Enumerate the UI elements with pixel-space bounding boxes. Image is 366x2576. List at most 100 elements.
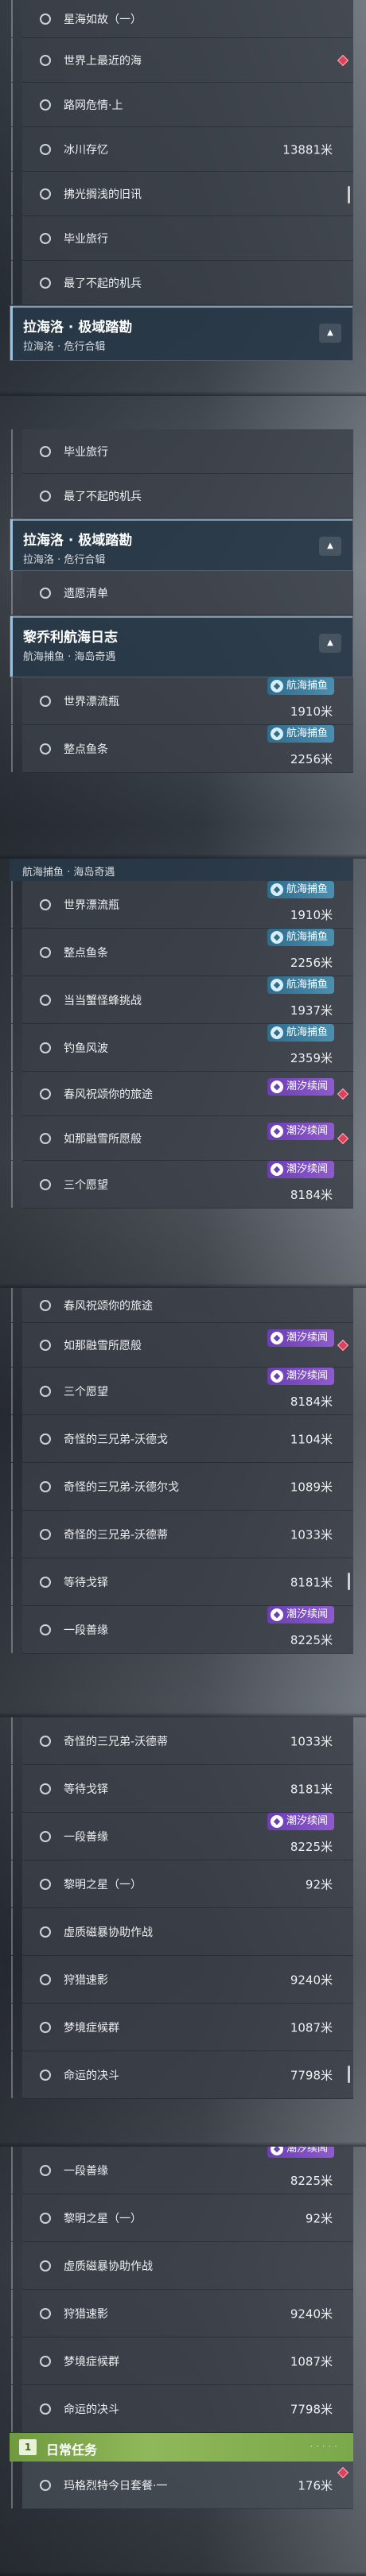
pin-icon (337, 1132, 349, 1144)
group-header[interactable]: 拉海洛 · 极域踏勘 拉海洛 · 危行合辑 ▲ (10, 518, 353, 571)
list-item[interactable]: 世界上最近的海 (11, 38, 353, 83)
list-item[interactable]: 遗愿清单 (11, 571, 353, 615)
section-number: 1 (19, 2439, 37, 2455)
status-circle-icon (40, 1385, 51, 1397)
group-header[interactable]: 拉海洛 · 极域踏勘 拉海洛 · 危行合辑 ▲ (10, 305, 353, 361)
list-segment: 毕业旅行 最了不起的机兵 拉海洛 · 极域踏勘 拉海洛 · 危行合辑 ▲ 遗愿清单 … (0, 429, 366, 859)
fishing-badge: ◆ 航海捕鱼 (267, 725, 334, 743)
list-item[interactable]: 等待戈铎 8181米 (11, 1558, 353, 1606)
fishing-badge: ◆ 航海捕鱼 (267, 881, 334, 898)
fishing-badge: ◆ 航海捕鱼 (267, 976, 334, 994)
list-item[interactable]: 虚质磁暴协助作战 (11, 2242, 353, 2290)
list-item[interactable]: 毕业旅行 (11, 216, 353, 261)
status-circle-icon (40, 99, 51, 111)
tide-icon: ◆ (270, 1332, 283, 1344)
list-item[interactable]: 毕业旅行 (11, 429, 353, 474)
list-item[interactable]: 命运的决斗 7798米 (11, 2385, 353, 2433)
group-header[interactable]: 黎乔利航海日志 航海捕鱼 · 海岛奇遇 ▲ (10, 615, 353, 677)
scroll-indicator (348, 1573, 350, 1590)
status-circle-icon (40, 2212, 51, 2224)
list-item[interactable]: 一段善缘 ◆ 潮汐续闻 8225米 (11, 1606, 353, 1654)
list-item[interactable]: 狩猎速影 9240米 (11, 1956, 353, 2004)
status-circle-icon (40, 743, 51, 755)
status-circle-icon (40, 587, 51, 599)
list-item[interactable]: 一段善缘 ◆ 潮汐续闻 8225米 (11, 1813, 353, 1860)
list-item[interactable]: 梦境症候群 1087米 (11, 2004, 353, 2051)
status-circle-icon (40, 695, 51, 707)
status-circle-icon (40, 2479, 51, 2491)
list-item[interactable]: 世界漂流瓶 ◆ 航海捕鱼 1910米 (11, 881, 353, 929)
list-item[interactable]: 星海如故（一） (11, 0, 353, 38)
list-item[interactable]: 三个愿望 ◆ 潮汐续闻 8184米 (11, 1368, 353, 1415)
status-circle-icon (40, 1132, 51, 1144)
list-item[interactable]: 最了不起的机兵 (11, 261, 353, 305)
tide-badge: ◆ 潮汐续闻 (267, 2147, 334, 2158)
tide-icon: ◆ (270, 1125, 283, 1138)
collapse-chevron-icon[interactable]: ▲ (319, 324, 341, 343)
list-item[interactable]: 黎明之星（一） 92米 (11, 1860, 353, 1908)
list-item[interactable]: 当当蟹怪蜂挑战 ◆ 航海捕鱼 1937米 (11, 976, 353, 1024)
list-item[interactable]: 黎明之星（一） 92米 (11, 2194, 353, 2242)
list-item[interactable]: 命运的决斗 7798米 (11, 2051, 353, 2099)
list-item[interactable]: 一段善缘 ◆ 潮汐续闻 8225米 (11, 2147, 353, 2194)
fishing-badge: ◆ 航海捕鱼 (267, 1024, 334, 1042)
group-subtitle-strip: 航海捕鱼 · 海岛奇遇 (10, 859, 353, 881)
tide-icon: ◆ (270, 1370, 283, 1383)
tide-badge: ◆ 潮汐续闻 (267, 1161, 334, 1178)
tide-badge: ◆ 潮汐续闻 (267, 1078, 334, 1096)
list-item[interactable]: 钓鱼风波 ◆ 航海捕鱼 2359米 (11, 1024, 353, 1072)
list-item[interactable]: 狩猎速影 9240米 (11, 2290, 353, 2337)
list-segment: 星海如故（一） 世界上最近的海 路网危情·上 冰川存忆 13881米 拂光搁浅的旧… (0, 0, 366, 396)
list-item[interactable]: 虚质磁暴协助作战 (11, 1908, 353, 1956)
list-item[interactable]: 等待戈铎 8181米 (11, 1765, 353, 1813)
list-item[interactable]: 整点鱼条 ◆ 航海捕鱼 2256米 (11, 929, 353, 976)
list-item[interactable]: 最了不起的机兵 (11, 474, 353, 518)
list-item[interactable]: 三个愿望 ◆ 潮汐续闻 8184米 (11, 1161, 353, 1208)
list-item[interactable]: 整点鱼条 ◆ 航海捕鱼 2256米 (11, 725, 353, 773)
list-item[interactable]: 奇怪的三兄弟-沃德蒂 1033米 (11, 1717, 353, 1765)
quest-list-page: { "quests": { "q1": {"title": "星海如故（一）"}… (0, 0, 366, 2576)
status-circle-icon (40, 2260, 51, 2271)
scroll-indicator (348, 186, 350, 204)
status-circle-icon (40, 232, 51, 244)
status-circle-icon (40, 1528, 51, 1540)
list-item[interactable]: 奇怪的三兄弟-沃德戈 1104米 (11, 1415, 353, 1463)
list-item[interactable]: 冰川存忆 13881米 (11, 127, 353, 172)
pin-icon (337, 1088, 349, 1100)
status-circle-icon (40, 2307, 51, 2319)
status-circle-icon (40, 1973, 51, 1985)
pin-icon (337, 54, 349, 66)
list-item[interactable]: 拂光搁浅的旧讯 (11, 172, 353, 216)
status-circle-icon (40, 1830, 51, 1842)
tide-badge: ◆ 潮汐续闻 (267, 1606, 334, 1624)
list-item[interactable]: 路网危情·上 (11, 83, 353, 127)
fish-icon: ◆ (270, 979, 283, 991)
list-item[interactable]: 如那融雪所愿般 ◆ 潮汐续闻 (11, 1323, 353, 1368)
list-segment: 奇怪的三兄弟-沃德蒂 1033米 等待戈铎 8181米 一段善缘 ◆ 潮汐续闻 8225米… (0, 1717, 366, 2147)
status-circle-icon (40, 1088, 51, 1100)
daily-tasks-header[interactable]: 1 日常任务 · · · · · (10, 2433, 353, 2462)
tide-icon: ◆ (270, 2147, 283, 2155)
list-item[interactable]: 如那融雪所愿般 ◆ 潮汐续闻 (11, 1116, 353, 1161)
list-item[interactable]: 春风祝颂你的旅途 ◆ 潮汐续闻 (11, 1072, 353, 1116)
collapse-chevron-icon[interactable]: ▲ (319, 634, 341, 653)
tide-icon: ◆ (270, 1080, 283, 1093)
list-item[interactable]: 玛格烈特今日套餐·一 176米 (11, 2462, 353, 2509)
list-item[interactable]: 奇怪的三兄弟-沃德尔戈 1089米 (11, 1463, 353, 1511)
list-item[interactable]: 春风祝颂你的旅途 (11, 1288, 353, 1323)
status-circle-icon (40, 13, 51, 25)
status-circle-icon (40, 2069, 51, 2081)
list-segment: 航海捕鱼 · 海岛奇遇 世界漂流瓶 ◆ 航海捕鱼 1910米 整点鱼条 ◆ 航海捕鱼 225… (0, 859, 366, 1288)
list-item[interactable]: 奇怪的三兄弟-沃德蒂 1033米 (11, 1511, 353, 1558)
decor-dots-icon: · · · · · (310, 2441, 337, 2452)
tide-badge: ◆ 潮汐续闻 (267, 1813, 334, 1830)
fishing-badge: ◆ 航海捕鱼 (267, 677, 334, 695)
status-circle-icon (40, 1178, 51, 1190)
status-circle-icon (40, 1339, 51, 1351)
fishing-badge: ◆ 航海捕鱼 (267, 929, 334, 946)
status-circle-icon (40, 490, 51, 502)
collapse-chevron-icon[interactable]: ▲ (319, 537, 341, 556)
list-item[interactable]: 世界漂流瓶 ◆ 航海捕鱼 1910米 (11, 677, 353, 725)
status-circle-icon (40, 1878, 51, 1890)
list-item[interactable]: 梦境症候群 1087米 (11, 2337, 353, 2385)
